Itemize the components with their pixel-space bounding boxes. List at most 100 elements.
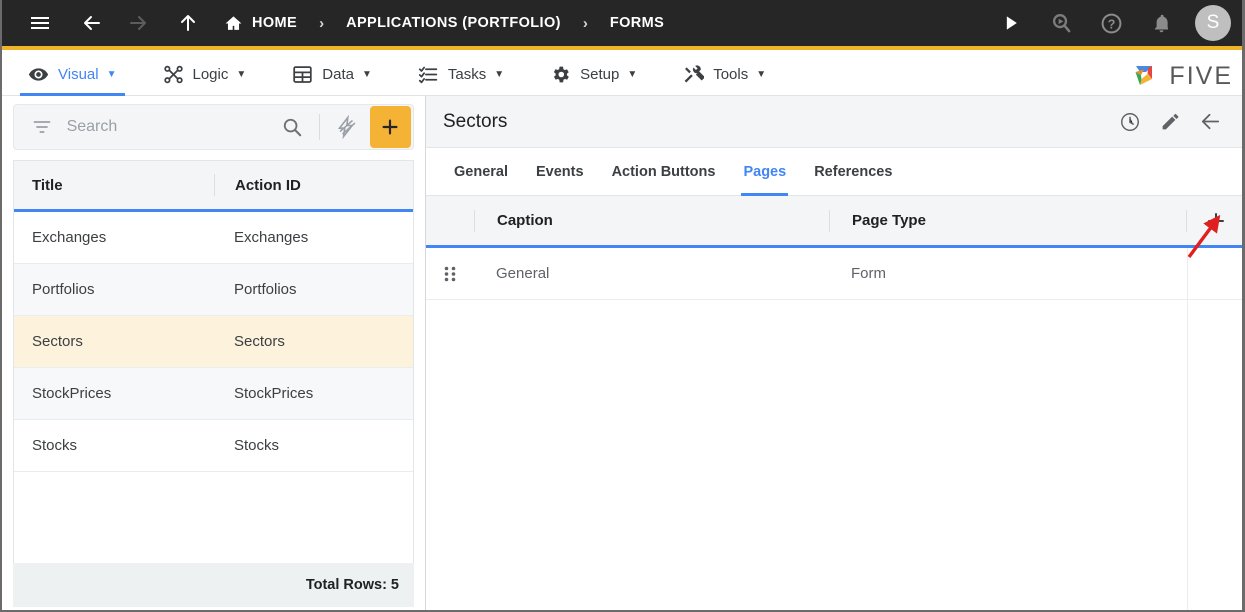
tab-action-buttons[interactable]: Action Buttons — [598, 148, 730, 196]
cell-title: Sectors — [32, 333, 83, 350]
column-header-action-id[interactable]: Action ID — [214, 174, 413, 196]
total-rows-label: Total Rows: 5 — [305, 577, 399, 593]
table-vertical-divider — [1187, 248, 1188, 610]
menu-item-data[interactable]: Data ▼ — [278, 54, 386, 96]
pages-table-header: Caption Page Type — [426, 196, 1242, 248]
table-row[interactable]: Exchanges Exchanges — [14, 212, 413, 264]
run-icon[interactable] — [993, 5, 1029, 41]
table-row[interactable]: Stocks Stocks — [14, 420, 413, 472]
cell-title: StockPrices — [32, 385, 112, 402]
tab-label: Action Buttons — [611, 163, 716, 180]
logic-nodes-icon — [163, 64, 184, 85]
navigate-up-icon[interactable] — [170, 5, 206, 41]
chevron-down-icon: ▼ — [236, 69, 247, 80]
menu-label-visual: Visual — [58, 66, 99, 83]
application-window: HOME › APPLICATIONS (PORTFOLIO) › FORMS — [0, 0, 1245, 612]
task-list-icon — [418, 64, 439, 85]
user-avatar[interactable]: S — [1195, 5, 1231, 41]
column-header-caption[interactable]: Caption — [474, 209, 829, 232]
menu-label-logic: Logic — [192, 66, 229, 83]
navigate-forward-icon[interactable] — [120, 5, 156, 41]
topbar-actions: ? S — [979, 0, 1231, 46]
five-brand-logo: FIVE — [1132, 62, 1233, 91]
gear-icon — [550, 64, 571, 85]
chevron-down-icon: ▼ — [756, 69, 767, 80]
table-row[interactable]: StockPrices StockPrices — [14, 368, 413, 420]
hamburger-menu-icon[interactable] — [22, 5, 58, 41]
tab-label: Events — [536, 163, 584, 180]
breadcrumb-label-forms: FORMS — [609, 15, 665, 31]
chevron-down-icon: ▼ — [106, 69, 117, 80]
filter-icon[interactable] — [26, 117, 58, 137]
navigate-back-icon[interactable] — [74, 5, 110, 41]
menu-item-tools[interactable]: Tools ▼ — [669, 54, 780, 96]
chevron-down-icon: ▼ — [627, 69, 638, 80]
edit-pencil-icon[interactable] — [1150, 102, 1190, 142]
tab-references[interactable]: References — [800, 148, 906, 196]
cell-action-id: Exchanges — [234, 229, 309, 246]
menu-label-tasks: Tasks — [447, 66, 487, 83]
breadcrumb-item-forms[interactable]: FORMS — [610, 15, 664, 31]
cell-action-id: StockPrices — [234, 385, 314, 402]
cell-caption: General — [496, 265, 550, 282]
menu-item-logic[interactable]: Logic ▼ — [149, 54, 261, 96]
tab-pages[interactable]: Pages — [729, 148, 800, 196]
svg-text:?: ? — [1107, 17, 1115, 31]
add-form-button[interactable] — [369, 106, 411, 148]
search-input[interactable] — [57, 118, 274, 136]
chevron-down-icon: ▼ — [361, 69, 372, 80]
tab-events[interactable]: Events — [522, 148, 598, 196]
chevron-down-icon: ▼ — [494, 69, 505, 80]
cell-action-id: Sectors — [234, 333, 285, 350]
breadcrumb-item-applications[interactable]: APPLICATIONS (PORTFOLIO) — [346, 15, 561, 31]
menu-label-data: Data — [322, 66, 354, 83]
five-pinwheel-icon — [1135, 65, 1153, 85]
module-menu-bar: Visual ▼ Logic ▼ Data ▼ Tasks ▼ Setup ▼ … — [2, 54, 1242, 96]
column-header-page-type[interactable]: Page Type — [829, 209, 1186, 232]
breadcrumb-separator-2: › — [582, 14, 588, 32]
breadcrumb-item-home[interactable]: HOME — [224, 14, 297, 33]
search-bar — [13, 104, 414, 150]
menu-item-setup[interactable]: Setup ▼ — [536, 54, 651, 96]
table-row-selected[interactable]: Sectors Sectors — [14, 316, 413, 368]
table-row[interactable]: General Form — [426, 248, 1242, 300]
tab-general[interactable]: General — [440, 148, 522, 196]
tab-label: References — [814, 163, 893, 180]
breadcrumb: HOME › APPLICATIONS (PORTFOLIO) › FORMS — [224, 14, 664, 33]
back-arrow-icon[interactable] — [1190, 102, 1230, 142]
drag-handle-icon[interactable] — [426, 265, 474, 283]
menu-item-visual[interactable]: Visual ▼ — [14, 54, 131, 96]
cell-title: Exchanges — [32, 229, 107, 246]
breadcrumb-label-home: HOME — [252, 15, 298, 31]
history-clock-icon[interactable] — [1110, 102, 1150, 142]
notifications-bell-icon[interactable] — [1143, 5, 1179, 41]
forms-table: Title Action ID Exchanges Exchanges Port… — [13, 160, 414, 581]
column-header-title[interactable]: Title — [14, 161, 214, 209]
breadcrumb-separator: › — [319, 14, 325, 32]
toolbar-divider — [319, 114, 321, 140]
forms-list-panel: Title Action ID Exchanges Exchanges Port… — [2, 96, 426, 610]
forms-table-header: Title Action ID — [14, 161, 413, 212]
table-row[interactable]: Portfolios Portfolios — [14, 264, 413, 316]
search-global-icon[interactable] — [1043, 5, 1079, 41]
breadcrumb-label-applications: APPLICATIONS (PORTFOLIO) — [346, 15, 561, 31]
tools-icon — [683, 64, 705, 85]
help-icon[interactable]: ? — [1093, 5, 1129, 41]
eye-icon — [28, 64, 49, 85]
cell-action-id: Stocks — [234, 437, 280, 454]
home-icon — [224, 14, 243, 33]
detail-header-actions — [1110, 102, 1242, 142]
tab-label: Pages — [743, 163, 787, 180]
search-icon[interactable] — [274, 116, 311, 138]
five-brand-text: FIVE — [1169, 62, 1233, 90]
table-grid-icon — [292, 64, 313, 85]
tab-label: General — [454, 163, 508, 180]
pages-table: Caption Page Type General Form — [426, 196, 1242, 610]
cell-action-id: Portfolios — [234, 281, 297, 298]
detail-header: Sectors — [426, 96, 1242, 148]
lightning-bolt-disabled-icon[interactable] — [328, 115, 364, 139]
detail-tabs: General Events Action Buttons Pages Refe… — [426, 148, 1242, 196]
menu-item-tasks[interactable]: Tasks ▼ — [404, 54, 518, 96]
cell-page-type: Form — [851, 265, 886, 282]
add-page-button[interactable] — [1186, 209, 1242, 232]
